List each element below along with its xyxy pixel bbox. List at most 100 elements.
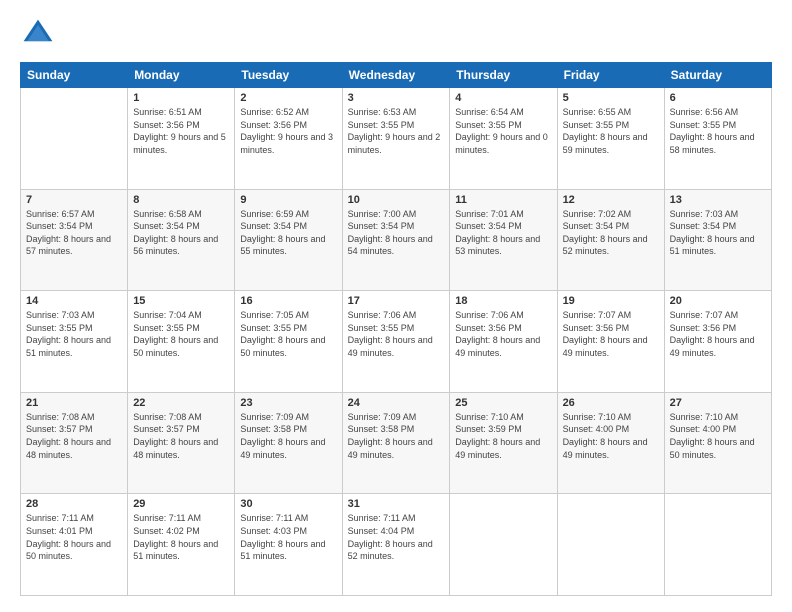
day-cell-6: 6 Sunrise: 6:56 AMSunset: 3:55 PMDaylight…: [664, 88, 771, 190]
day-number: 15: [133, 295, 229, 307]
day-number: 21: [26, 397, 122, 409]
day-number: 28: [26, 498, 122, 510]
logo: [20, 16, 60, 52]
day-cell-1: 1 Sunrise: 6:51 AMSunset: 3:56 PMDaylight…: [128, 88, 235, 190]
day-detail: Sunrise: 6:59 AMSunset: 3:54 PMDaylight:…: [240, 208, 336, 258]
day-detail: Sunrise: 7:08 AMSunset: 3:57 PMDaylight:…: [26, 411, 122, 461]
day-detail: Sunrise: 6:57 AMSunset: 3:54 PMDaylight:…: [26, 208, 122, 258]
header-cell-sunday: Sunday: [21, 63, 128, 88]
day-number: 23: [240, 397, 336, 409]
day-cell-26: 26 Sunrise: 7:10 AMSunset: 4:00 PMDayligh…: [557, 392, 664, 494]
day-detail: Sunrise: 7:11 AMSunset: 4:02 PMDaylight:…: [133, 512, 229, 562]
day-cell-29: 29 Sunrise: 7:11 AMSunset: 4:02 PMDayligh…: [128, 494, 235, 596]
day-number: 4: [455, 92, 551, 104]
header-cell-friday: Friday: [557, 63, 664, 88]
day-cell-empty: [557, 494, 664, 596]
week-row-3: 21 Sunrise: 7:08 AMSunset: 3:57 PMDayligh…: [21, 392, 772, 494]
day-detail: Sunrise: 7:04 AMSunset: 3:55 PMDaylight:…: [133, 309, 229, 359]
day-number: 26: [563, 397, 659, 409]
day-cell-10: 10 Sunrise: 7:00 AMSunset: 3:54 PMDayligh…: [342, 189, 450, 291]
day-number: 2: [240, 92, 336, 104]
header-cell-tuesday: Tuesday: [235, 63, 342, 88]
header-cell-saturday: Saturday: [664, 63, 771, 88]
page: SundayMondayTuesdayWednesdayThursdayFrid…: [0, 0, 792, 612]
day-cell-31: 31 Sunrise: 7:11 AMSunset: 4:04 PMDayligh…: [342, 494, 450, 596]
calendar-body: 1 Sunrise: 6:51 AMSunset: 3:56 PMDaylight…: [21, 88, 772, 596]
header: [20, 16, 772, 52]
day-number: 24: [348, 397, 445, 409]
day-number: 3: [348, 92, 445, 104]
day-cell-28: 28 Sunrise: 7:11 AMSunset: 4:01 PMDayligh…: [21, 494, 128, 596]
day-number: 10: [348, 194, 445, 206]
day-number: 13: [670, 194, 766, 206]
day-cell-30: 30Sunrise: 7:11 AMSunset: 4:03 PMDayligh…: [235, 494, 342, 596]
header-row: SundayMondayTuesdayWednesdayThursdayFrid…: [21, 63, 772, 88]
day-detail: Sunrise: 7:09 AMSunset: 3:58 PMDaylight:…: [240, 411, 336, 461]
day-detail: Sunrise: 7:07 AMSunset: 3:56 PMDaylight:…: [563, 309, 659, 359]
day-number: 19: [563, 295, 659, 307]
day-number: 17: [348, 295, 445, 307]
day-number: 30: [240, 498, 336, 510]
day-cell-14: 14 Sunrise: 7:03 AMSunset: 3:55 PMDayligh…: [21, 291, 128, 393]
week-row-2: 14 Sunrise: 7:03 AMSunset: 3:55 PMDayligh…: [21, 291, 772, 393]
day-cell-7: 7Sunrise: 6:57 AMSunset: 3:54 PMDaylight…: [21, 189, 128, 291]
day-detail: Sunrise: 7:00 AMSunset: 3:54 PMDaylight:…: [348, 208, 445, 258]
day-detail: Sunrise: 6:54 AMSunset: 3:55 PMDaylight:…: [455, 106, 551, 156]
day-detail: Sunrise: 6:55 AMSunset: 3:55 PMDaylight:…: [563, 106, 659, 156]
day-number: 18: [455, 295, 551, 307]
day-number: 31: [348, 498, 445, 510]
day-detail: Sunrise: 7:03 AMSunset: 3:55 PMDaylight:…: [26, 309, 122, 359]
day-cell-15: 15 Sunrise: 7:04 AMSunset: 3:55 PMDayligh…: [128, 291, 235, 393]
day-detail: Sunrise: 6:52 AMSunset: 3:56 PMDaylight:…: [240, 106, 336, 156]
day-detail: Sunrise: 7:05 AMSunset: 3:55 PMDaylight:…: [240, 309, 336, 359]
day-detail: Sunrise: 7:09 AMSunset: 3:58 PMDaylight:…: [348, 411, 445, 461]
day-number: 9: [240, 194, 336, 206]
day-detail: Sunrise: 7:11 AMSunset: 4:04 PMDaylight:…: [348, 512, 445, 562]
day-detail: Sunrise: 7:11 AMSunset: 4:01 PMDaylight:…: [26, 512, 122, 562]
day-number: 1: [133, 92, 229, 104]
day-number: 29: [133, 498, 229, 510]
day-detail: Sunrise: 6:58 AMSunset: 3:54 PMDaylight:…: [133, 208, 229, 258]
day-cell-19: 19 Sunrise: 7:07 AMSunset: 3:56 PMDayligh…: [557, 291, 664, 393]
week-row-1: 7Sunrise: 6:57 AMSunset: 3:54 PMDaylight…: [21, 189, 772, 291]
day-number: 14: [26, 295, 122, 307]
day-detail: Sunrise: 7:10 AMSunset: 4:00 PMDaylight:…: [563, 411, 659, 461]
day-cell-empty: [450, 494, 557, 596]
day-cell-20: 20 Sunrise: 7:07 AMSunset: 3:56 PMDayligh…: [664, 291, 771, 393]
day-detail: Sunrise: 7:07 AMSunset: 3:56 PMDaylight:…: [670, 309, 766, 359]
day-cell-empty: [21, 88, 128, 190]
day-cell-22: 22 Sunrise: 7:08 AMSunset: 3:57 PMDayligh…: [128, 392, 235, 494]
day-number: 27: [670, 397, 766, 409]
calendar-header: SundayMondayTuesdayWednesdayThursdayFrid…: [21, 63, 772, 88]
day-cell-17: 17 Sunrise: 7:06 AMSunset: 3:55 PMDayligh…: [342, 291, 450, 393]
day-detail: Sunrise: 7:03 AMSunset: 3:54 PMDaylight:…: [670, 208, 766, 258]
week-row-0: 1 Sunrise: 6:51 AMSunset: 3:56 PMDaylight…: [21, 88, 772, 190]
day-cell-4: 4 Sunrise: 6:54 AMSunset: 3:55 PMDaylight…: [450, 88, 557, 190]
day-number: 12: [563, 194, 659, 206]
day-detail: Sunrise: 7:06 AMSunset: 3:55 PMDaylight:…: [348, 309, 445, 359]
day-detail: Sunrise: 7:01 AMSunset: 3:54 PMDaylight:…: [455, 208, 551, 258]
day-cell-11: 11Sunrise: 7:01 AMSunset: 3:54 PMDayligh…: [450, 189, 557, 291]
day-cell-25: 25Sunrise: 7:10 AMSunset: 3:59 PMDayligh…: [450, 392, 557, 494]
day-number: 22: [133, 397, 229, 409]
day-number: 16: [240, 295, 336, 307]
day-cell-8: 8Sunrise: 6:58 AMSunset: 3:54 PMDaylight…: [128, 189, 235, 291]
day-cell-9: 9 Sunrise: 6:59 AMSunset: 3:54 PMDaylight…: [235, 189, 342, 291]
day-detail: Sunrise: 7:10 AMSunset: 3:59 PMDaylight:…: [455, 411, 551, 461]
day-cell-16: 16 Sunrise: 7:05 AMSunset: 3:55 PMDayligh…: [235, 291, 342, 393]
day-cell-27: 27Sunrise: 7:10 AMSunset: 4:00 PMDayligh…: [664, 392, 771, 494]
day-number: 20: [670, 295, 766, 307]
day-cell-2: 2 Sunrise: 6:52 AMSunset: 3:56 PMDaylight…: [235, 88, 342, 190]
day-detail: Sunrise: 6:51 AMSunset: 3:56 PMDaylight:…: [133, 106, 229, 156]
day-detail: Sunrise: 6:53 AMSunset: 3:55 PMDaylight:…: [348, 106, 445, 156]
day-number: 5: [563, 92, 659, 104]
header-cell-thursday: Thursday: [450, 63, 557, 88]
calendar: SundayMondayTuesdayWednesdayThursdayFrid…: [20, 62, 772, 596]
day-cell-3: 3 Sunrise: 6:53 AMSunset: 3:55 PMDaylight…: [342, 88, 450, 190]
day-number: 6: [670, 92, 766, 104]
day-cell-21: 21 Sunrise: 7:08 AMSunset: 3:57 PMDayligh…: [21, 392, 128, 494]
day-detail: Sunrise: 6:56 AMSunset: 3:55 PMDaylight:…: [670, 106, 766, 156]
day-cell-13: 13 Sunrise: 7:03 AMSunset: 3:54 PMDayligh…: [664, 189, 771, 291]
day-detail: Sunrise: 7:08 AMSunset: 3:57 PMDaylight:…: [133, 411, 229, 461]
day-cell-24: 24 Sunrise: 7:09 AMSunset: 3:58 PMDayligh…: [342, 392, 450, 494]
